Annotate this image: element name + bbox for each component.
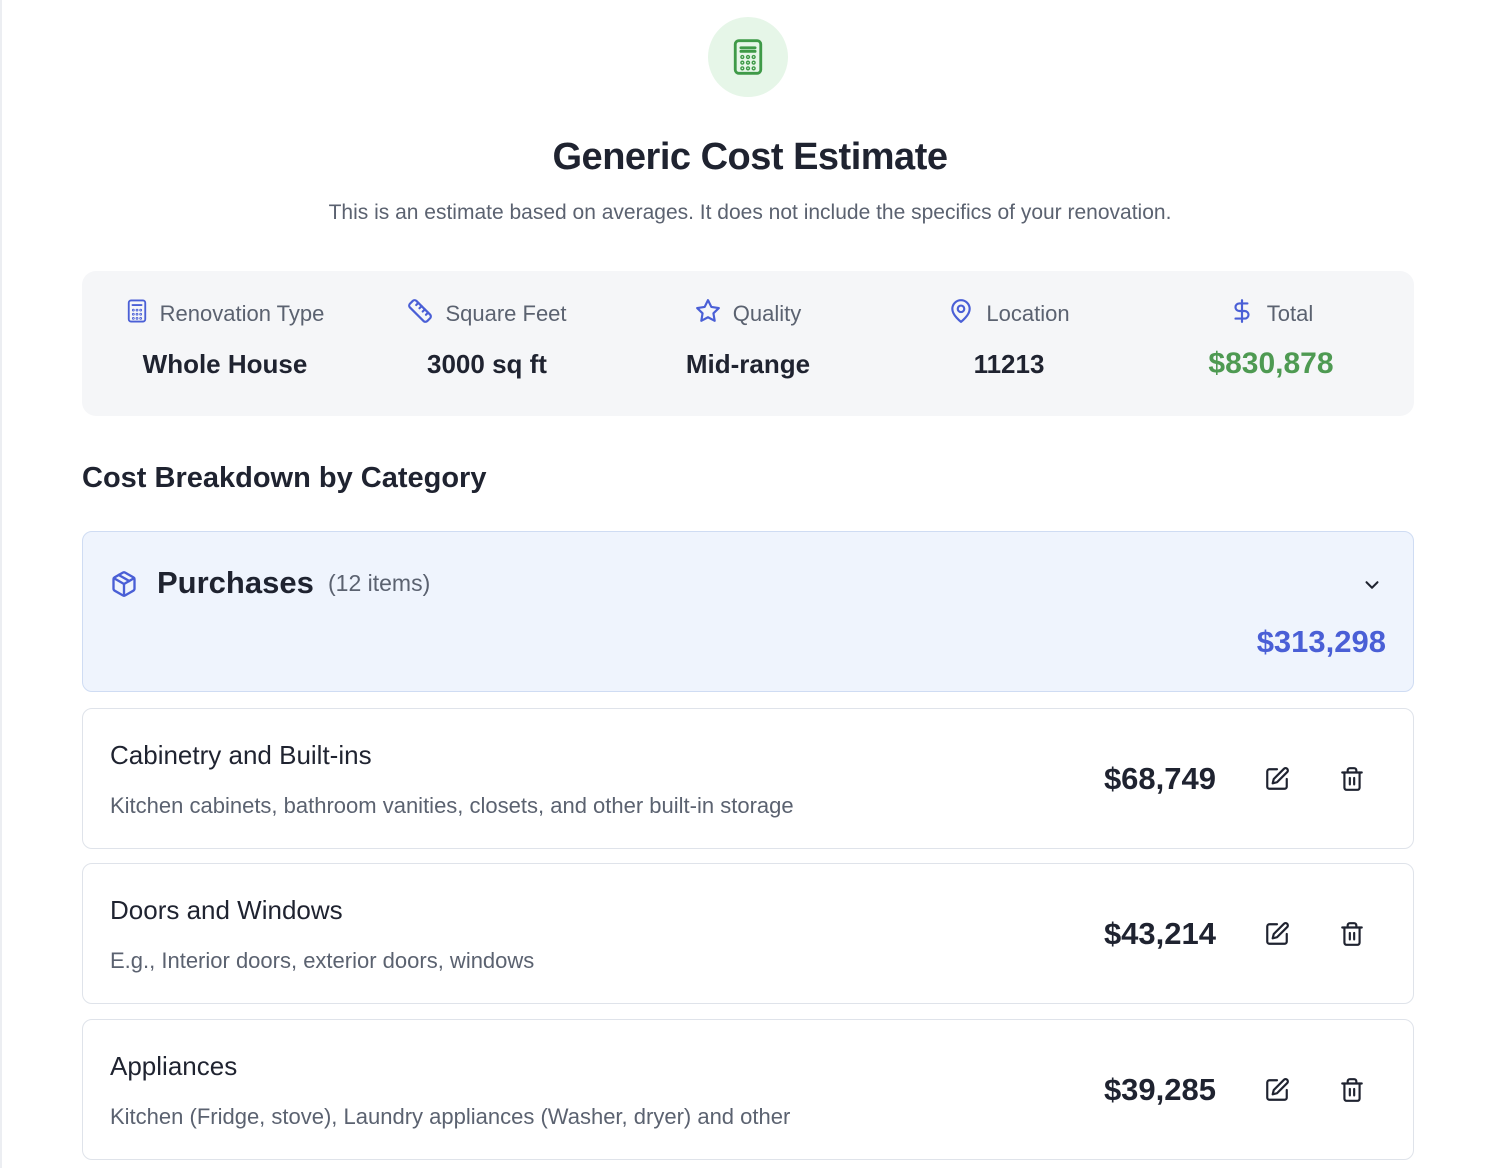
list-item: Appliances Kitchen (Fridge, stove), Laun… <box>82 1019 1414 1160</box>
summary-value: Mid-range <box>685 349 811 379</box>
item-amount: $39,285 <box>1103 1072 1216 1107</box>
page-subtitle: This is an estimate based on averages. I… <box>328 201 1172 224</box>
summary-label: Location <box>986 301 1070 326</box>
summary-value: 11213 <box>973 349 1045 379</box>
map-pin-icon <box>948 298 974 330</box>
summary-value: Whole House <box>142 349 308 379</box>
summary-label: Total <box>1266 301 1314 326</box>
trash-icon[interactable] <box>1335 917 1369 951</box>
estimate-summary-panel: Renovation Type Whole House Square Feet … <box>82 271 1414 416</box>
package-icon <box>110 570 138 603</box>
trash-icon[interactable] <box>1335 1073 1369 1107</box>
star-icon <box>695 298 721 330</box>
chevron-down-icon[interactable] <box>1361 574 1383 601</box>
summary-square-feet: Square Feet 3000 sq ft <box>354 271 620 416</box>
summary-quality: Quality Mid-range <box>615 271 881 416</box>
summary-label: Square Feet <box>445 301 567 326</box>
item-name: Appliances <box>110 1051 238 1081</box>
edit-icon[interactable] <box>1260 762 1294 796</box>
category-item-count: (12 items) <box>328 570 431 596</box>
ruler-icon <box>407 298 433 330</box>
item-amount: $68,749 <box>1103 761 1216 796</box>
category-name: Purchases <box>157 565 314 600</box>
item-amount: $43,214 <box>1103 916 1216 951</box>
summary-label: Quality <box>732 301 802 326</box>
item-description: Kitchen cabinets, bathroom vanities, clo… <box>110 793 794 818</box>
section-heading: Cost Breakdown by Category <box>82 462 487 494</box>
summary-value: 3000 sq ft <box>427 349 547 379</box>
summary-renovation-type: Renovation Type Whole House <box>92 271 358 416</box>
dollar-sign-icon <box>1229 298 1255 330</box>
edit-icon[interactable] <box>1260 1073 1294 1107</box>
summary-label: Renovation Type <box>159 301 325 326</box>
category-total: $313,298 <box>1256 624 1386 659</box>
edit-icon[interactable] <box>1260 917 1294 951</box>
trash-icon[interactable] <box>1335 762 1369 796</box>
item-name: Cabinetry and Built-ins <box>110 740 372 770</box>
item-name: Doors and Windows <box>110 895 343 925</box>
total-estimate-value: $830,878 <box>1208 347 1334 380</box>
list-item: Doors and Windows E.g., Interior doors, … <box>82 863 1414 1004</box>
calculator-icon <box>708 17 788 97</box>
item-description: E.g., Interior doors, exterior doors, wi… <box>110 948 535 973</box>
summary-total: Total $830,878 <box>1138 271 1404 416</box>
category-header-purchases[interactable]: Purchases (12 items) $313,298 <box>82 531 1414 692</box>
item-description: Kitchen (Fridge, stove), Laundry applian… <box>110 1104 791 1129</box>
list-item: Cabinetry and Built-ins Kitchen cabinets… <box>82 708 1414 849</box>
calculator-icon <box>126 299 148 329</box>
page-title: Generic Cost Estimate <box>552 136 948 178</box>
summary-location: Location 11213 <box>876 271 1142 416</box>
